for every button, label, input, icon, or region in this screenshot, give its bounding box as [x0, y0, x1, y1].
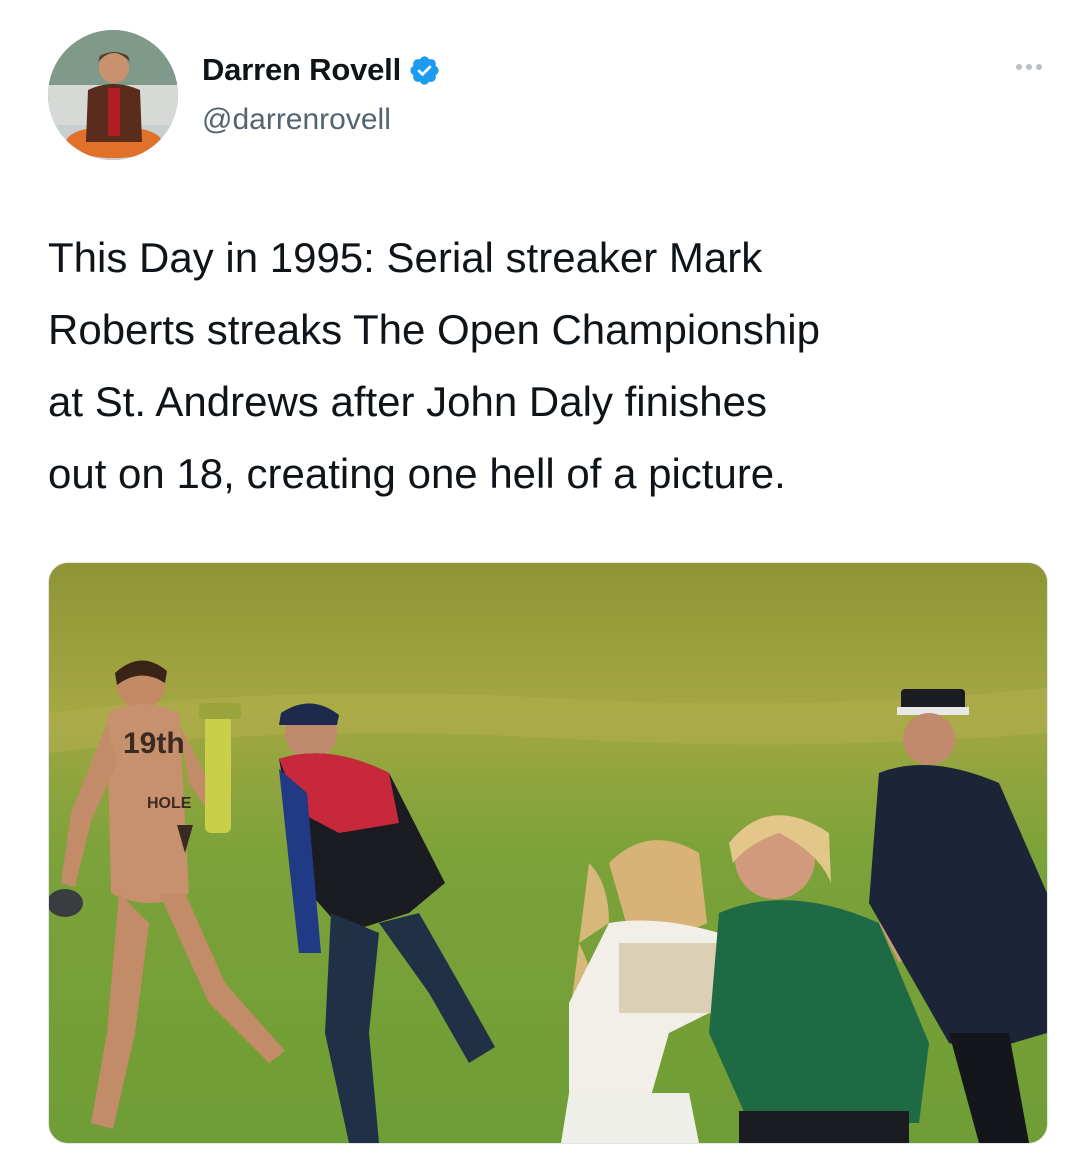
body-writing-19th: 19th	[123, 727, 185, 760]
tweet-text-line: at St. Andrews after John Daly finishes	[48, 378, 768, 425]
more-options-ellipsis-icon[interactable]	[1016, 64, 1042, 70]
tweet-text-line: This Day in 1995: Serial streaker Mark	[48, 234, 763, 281]
tweet-text-line: out on 18, creating one hell of a pictur…	[48, 450, 786, 497]
tweet-card: Darren Rovell @darrenrovell This Day in …	[0, 0, 1080, 1169]
avatar-photo	[48, 30, 178, 160]
body-writing-hole: HOLE	[147, 795, 192, 812]
avatar[interactable]	[48, 30, 178, 160]
author-display-name[interactable]: Darren Rovell	[202, 52, 401, 88]
author-name-row: Darren Rovell	[202, 52, 441, 88]
tweet-text-line: Roberts streaks The Open Championship	[48, 306, 820, 353]
author-handle[interactable]: @darrenrovell	[202, 103, 391, 137]
verified-badge-icon	[408, 54, 441, 87]
tweet-text: This Day in 1995: Serial streaker Mark R…	[48, 222, 1048, 510]
tweet-media-photo[interactable]: 19th HOLE	[48, 562, 1048, 1144]
golf-course-photo: 19th HOLE	[49, 563, 1047, 1143]
